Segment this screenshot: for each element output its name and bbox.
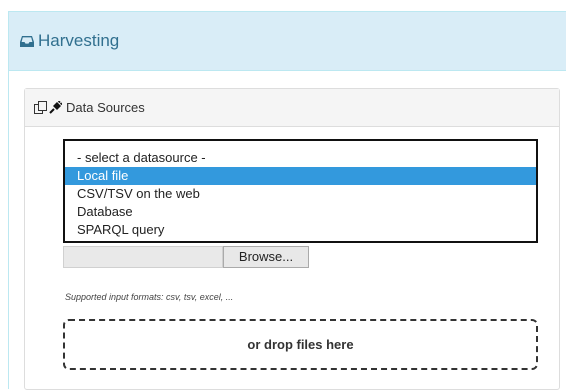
data-sources-header: Data Sources xyxy=(25,89,559,127)
datasource-select[interactable]: - select a datasource - Local file CSV/T… xyxy=(63,139,538,243)
harvesting-panel: Harvesting Data Sources - select a datas… xyxy=(8,11,566,390)
datasource-option[interactable]: CSV/TSV on the web xyxy=(65,185,536,203)
browse-button[interactable]: Browse... xyxy=(223,246,309,268)
datasource-option[interactable]: SPARQL query xyxy=(65,221,536,239)
datasource-option[interactable]: - select a datasource - xyxy=(65,149,536,167)
panel-header: Harvesting xyxy=(9,12,566,71)
file-dropzone[interactable]: or drop files here xyxy=(63,319,538,370)
inbox-icon xyxy=(20,35,34,48)
plug-icon xyxy=(49,101,62,114)
dropzone-label: or drop files here xyxy=(247,337,354,352)
copy-icon xyxy=(34,101,47,114)
file-input[interactable]: Browse... xyxy=(63,246,313,268)
datasource-option[interactable]: Database xyxy=(65,203,536,221)
file-name-field[interactable] xyxy=(63,246,223,268)
supported-formats-text: Supported input formats: csv, tsv, excel… xyxy=(65,292,234,302)
page-title: Harvesting xyxy=(38,31,120,50)
data-sources-title: Data Sources xyxy=(66,100,145,115)
datasource-option-selected[interactable]: Local file xyxy=(65,167,536,185)
